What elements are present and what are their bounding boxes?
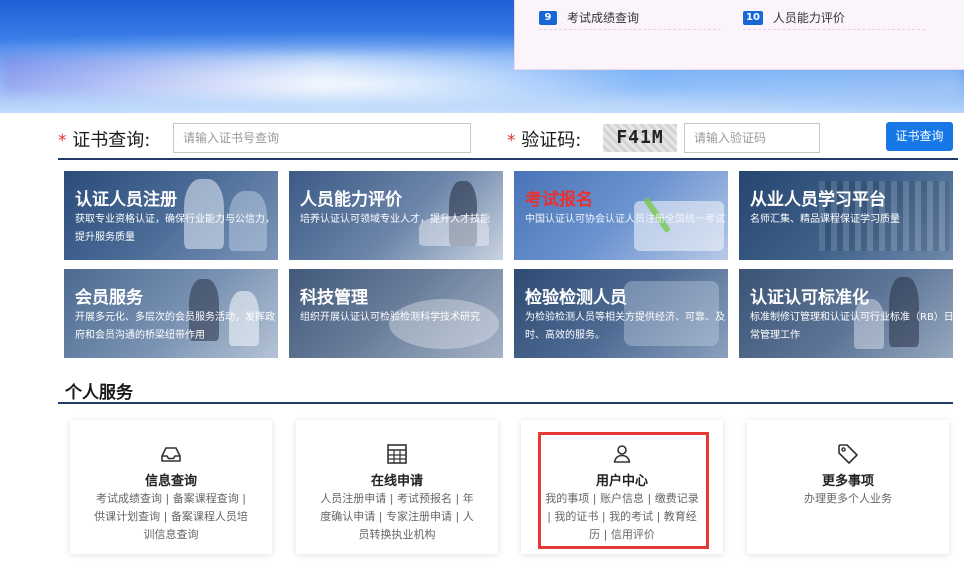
service-card-title: 在线申请 <box>370 474 423 489</box>
tile-title: 认证认可标准化 <box>750 288 869 308</box>
user-icon <box>613 445 631 463</box>
tile-standardization[interactable]: 认证认可标准化 标准制修订管理和认证认可行业标准（RB）日常管理工作 <box>739 269 953 358</box>
tile-exam-registration[interactable]: 考试报名 中国认证认可协会认证人员注册全国统一考试 <box>514 171 728 260</box>
inbox-icon <box>161 447 181 462</box>
certificate-search-bar: * 证书查询: 请输入证书号查询 * 验证码: F41M 请输入验证码 证书查询 <box>0 120 964 156</box>
service-card-more-matters[interactable]: 更多事项 办理更多个人业务 <box>747 420 949 554</box>
captcha-label-text: 验证码: <box>521 130 582 151</box>
tile-title: 考试报名 <box>525 190 593 210</box>
grid-icon <box>387 444 407 464</box>
page-root: 9 考试成绩查询 10 人员能力评价 * 证书查询: 请输入证书号查询 * 验证… <box>0 0 964 570</box>
captcha-label: * 验证码: <box>507 126 581 152</box>
search-divider <box>58 158 958 160</box>
quick-link-capability-evaluation[interactable]: 10 人员能力评价 <box>743 6 925 30</box>
quick-link-number: 9 <box>539 10 557 25</box>
tile-title: 科技管理 <box>300 288 368 308</box>
service-card-links[interactable]: 考试成绩查询 | 备案课程查询 | 供课计划查询 | 备案课程人员培训信息查询 <box>92 490 250 544</box>
tile-technology-management[interactable]: 科技管理 组织开展认证认可检验检测科学技术研究 <box>289 269 503 358</box>
tile-member-services[interactable]: 会员服务 开展多元化、多层次的会员服务活动，发挥政府和会员沟通的桥梁纽带作用 <box>64 269 278 358</box>
quick-link-exam-score[interactable]: 9 考试成绩查询 <box>539 6 721 30</box>
service-card-links[interactable]: 人员注册申请 | 考试预报名 | 年度确认申请 | 专家注册申请 | 人员转换执… <box>318 490 476 544</box>
quick-link-label: 考试成绩查询 <box>567 11 640 25</box>
required-mark: * <box>58 131 67 151</box>
service-card-links[interactable]: 我的事项 | 账户信息 | 缴费记录 | 我的证书 | 我的考试 | 教育经历 … <box>543 490 701 544</box>
tile-title: 从业人员学习平台 <box>750 190 886 210</box>
cert-number-input[interactable]: 请输入证书号查询 <box>173 123 471 153</box>
service-card-user-center[interactable]: 用户中心 我的事项 | 账户信息 | 缴费记录 | 我的证书 | 我的考试 | … <box>521 420 723 554</box>
personal-services-heading: 个人服务 <box>65 383 133 403</box>
quick-link-label: 人员能力评价 <box>772 11 845 25</box>
tile-description: 名师汇集、精品课程保证学习质量 <box>750 214 900 225</box>
tile-inspection-testing-personnel[interactable]: 检验检测人员 为检验检测人员等相关方提供经济、可靠、及时、高效的服务。 <box>514 269 728 358</box>
tile-title: 会员服务 <box>75 288 143 308</box>
service-card-title: 信息查询 <box>144 474 197 489</box>
tile-certified-personnel-registration[interactable]: 认证人员注册 获取专业资格认证，确保行业能力与公信力，提升服务质量 <box>64 171 278 260</box>
tile-title: 人员能力评价 <box>300 190 402 210</box>
cert-query-button[interactable]: 证书查询 <box>886 122 953 151</box>
tag-icon <box>838 444 858 464</box>
tile-description: 为检验检测人员等相关方提供经济、可靠、及时、高效的服务。 <box>525 312 725 341</box>
service-card-links[interactable]: 办理更多个人业务 <box>769 490 927 508</box>
tile-description: 获取专业资格认证，确保行业能力与公信力，提升服务质量 <box>75 214 275 243</box>
tile-description: 中国认证认可协会认证人员注册全国统一考试 <box>525 214 725 225</box>
tile-description: 培养认证认可领域专业人才，提升人才技能 <box>300 214 490 225</box>
tile-description: 标准制修订管理和认证认可行业标准（RB）日常管理工作 <box>750 312 953 341</box>
cert-query-label: * 证书查询: <box>58 126 150 152</box>
tile-title: 认证人员注册 <box>75 190 177 210</box>
quick-links-panel: 9 考试成绩查询 10 人员能力评价 <box>514 0 964 70</box>
service-card-title: 更多事项 <box>821 474 874 489</box>
section-divider <box>58 402 953 404</box>
service-card-info-query[interactable]: 信息查询 考试成绩查询 | 备案课程查询 | 供课计划查询 | 备案课程人员培训… <box>70 420 272 554</box>
captcha-input[interactable]: 请输入验证码 <box>684 123 820 153</box>
hero-banner: 9 考试成绩查询 10 人员能力评价 <box>0 0 964 113</box>
service-card-title: 用户中心 <box>595 474 648 489</box>
cert-query-label-text: 证书查询: <box>72 130 151 151</box>
required-mark: * <box>507 131 516 151</box>
tile-capability-evaluation[interactable]: 人员能力评价 培养认证认可领域专业人才，提升人才技能 <box>289 171 503 260</box>
tile-description: 开展多元化、多层次的会员服务活动，发挥政府和会员沟通的桥梁纽带作用 <box>75 312 275 341</box>
quick-link-number: 10 <box>743 10 763 25</box>
service-card-online-application[interactable]: 在线申请 人员注册申请 | 考试预报名 | 年度确认申请 | 专家注册申请 | … <box>296 420 498 554</box>
tile-description: 组织开展认证认可检验检测科学技术研究 <box>300 312 480 323</box>
tile-title: 检验检测人员 <box>525 288 627 308</box>
tile-learning-platform[interactable]: 从业人员学习平台 名师汇集、精品课程保证学习质量 <box>739 171 953 260</box>
captcha-image[interactable]: F41M <box>603 124 677 152</box>
